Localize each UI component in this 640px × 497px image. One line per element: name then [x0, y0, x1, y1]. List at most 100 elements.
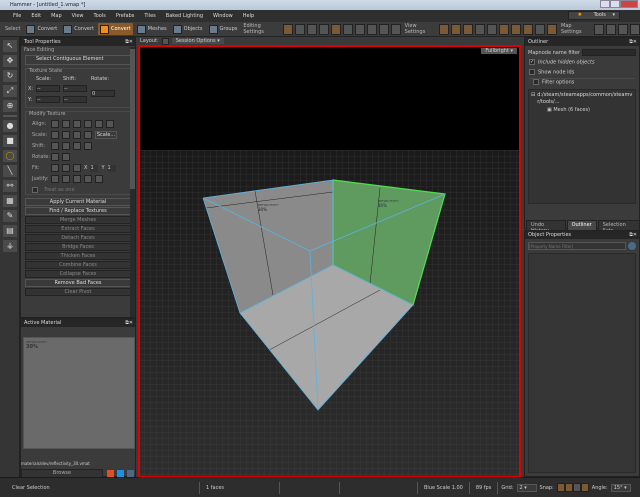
rotate-tool-icon[interactable]: ↻ [3, 70, 17, 82]
include-hidden-checkbox[interactable]: ✓ [529, 59, 535, 65]
shift-x-field[interactable]: -- [63, 85, 87, 92]
transform-icon[interactable] [342, 23, 353, 35]
grid-icon[interactable] [318, 23, 329, 35]
mode-vertex-button[interactable]: Convert [24, 23, 59, 35]
menu-prefabs[interactable]: Prefabs [111, 13, 140, 19]
snap-setting-icon[interactable] [282, 23, 293, 35]
close-icon[interactable]: ⧉✕ [125, 38, 133, 46]
maximize-button[interactable] [610, 0, 620, 8]
shift-up-icon[interactable] [73, 142, 81, 150]
minimize-button[interactable] [600, 0, 610, 8]
scale-v2-icon[interactable] [84, 131, 92, 139]
scale-x-field[interactable]: -- [36, 85, 60, 92]
menu-tiles[interactable]: Tiles [139, 13, 160, 19]
rotate-cw-icon[interactable] [62, 153, 70, 161]
settings-gear-icon[interactable] [628, 242, 636, 250]
scale-h2-icon[interactable] [62, 131, 70, 139]
view-cube-icon[interactable] [523, 23, 534, 35]
view-monitor-icon[interactable] [547, 23, 558, 35]
close-icon[interactable]: ⧉✕ [629, 231, 637, 239]
menu-window[interactable]: Window [208, 13, 238, 19]
controller-icon[interactable] [390, 23, 401, 35]
layout-icon[interactable] [161, 37, 169, 45]
shift-left-icon[interactable] [51, 142, 59, 150]
filter-options-checkbox[interactable] [533, 79, 539, 85]
treat-as-one-checkbox[interactable] [32, 187, 38, 193]
fit-icon[interactable] [51, 164, 59, 172]
paint-tool-icon[interactable]: ✎ [3, 210, 17, 222]
menu-baked-lighting[interactable]: Baked Lighting [161, 13, 208, 19]
tree-item-mesh[interactable]: ▣ Mesh (6 faces) [531, 107, 633, 113]
view-run-icon[interactable] [535, 23, 546, 35]
clear-pivot-button[interactable]: Clear Pivot [25, 288, 131, 296]
mode-groups-button[interactable]: Groups [207, 23, 240, 35]
menu-tools[interactable]: Tools [89, 13, 111, 19]
map-checker-icon[interactable] [618, 23, 629, 35]
snap-grid-icon[interactable] [556, 483, 565, 492]
scale-h-icon[interactable] [51, 131, 59, 139]
viewport-scene[interactable]: REFLECTIVITY 30% REFLECTIVITY 30% [140, 47, 519, 476]
collapse-faces-button[interactable]: Collapse Faces [25, 270, 131, 278]
scale-y-field[interactable]: -- [36, 96, 60, 103]
wings-tool-icon[interactable]: ⚶ [3, 240, 17, 252]
menu-edit[interactable]: Edit [26, 13, 46, 19]
3d-viewport[interactable]: REFLECTIVITY 30% REFLECTIVITY 30% Fullbr… [138, 45, 521, 478]
pivot-tool-icon[interactable]: ⊕ [3, 100, 17, 112]
align-grid-icon[interactable] [106, 120, 114, 128]
angle-dropdown[interactable]: 15° ▾ [610, 483, 631, 492]
view-tool-icon[interactable] [474, 23, 485, 35]
block-tool-icon[interactable]: ■ [3, 135, 17, 147]
grid-size-dropdown[interactable]: 2 ▾ [516, 483, 537, 492]
thicken-faces-button[interactable]: Thicken Faces [25, 252, 131, 260]
map-grid-icon[interactable] [606, 23, 617, 35]
mapnode-filter-input[interactable] [582, 49, 636, 56]
fit-h-icon[interactable] [62, 164, 70, 172]
tree-root[interactable]: ⊟ d:/steam/steamapps/common/steamvr/tools… [531, 92, 633, 106]
texture-tool-icon[interactable]: ▦ [3, 195, 17, 207]
move-tool-icon[interactable]: ✥ [3, 55, 17, 67]
close-icon[interactable]: ⧉✕ [125, 319, 133, 327]
map-layers-icon[interactable] [594, 23, 605, 35]
view-box-icon[interactable] [462, 23, 473, 35]
close-button[interactable] [620, 0, 638, 8]
align-world-icon[interactable] [51, 120, 59, 128]
menu-view[interactable]: View [67, 13, 89, 19]
knife-icon[interactable] [306, 23, 317, 35]
justify-bottom-icon[interactable] [84, 175, 92, 183]
remove-bad-faces-button[interactable]: Remove Bad Faces [25, 279, 131, 287]
scale-tool-icon[interactable]: ⤢ [3, 85, 17, 97]
mode-edge-button[interactable]: Convert [61, 23, 96, 35]
view-wire-icon[interactable] [510, 23, 521, 35]
justify-center-icon[interactable] [95, 175, 103, 183]
detach-faces-button[interactable]: Detach Faces [25, 234, 131, 242]
menu-file[interactable]: File [8, 13, 26, 19]
apply-material-icon[interactable] [107, 470, 114, 477]
pivot-icon[interactable] [294, 23, 305, 35]
pick-material-icon[interactable] [117, 470, 124, 477]
polygon-tool-icon[interactable]: ◯ [3, 150, 17, 162]
cube-setting-icon[interactable] [366, 23, 377, 35]
clear-selection-button[interactable]: Clear Selection [0, 481, 200, 494]
scrollbar-thumb[interactable] [130, 49, 135, 189]
fit-y-field[interactable]: 1 [107, 164, 116, 172]
menu-map[interactable]: Map [46, 13, 67, 19]
align-face-icon[interactable] [62, 120, 70, 128]
extract-faces-button[interactable]: Extract Faces [25, 225, 131, 233]
apply-material-button[interactable]: Apply Current Material [25, 198, 131, 206]
rotate-ccw-icon[interactable] [51, 153, 59, 161]
tools-dropdown[interactable]: ✹ Tools ▾ [567, 11, 620, 20]
clip-tool-icon[interactable]: ╲ [3, 165, 17, 177]
umbrella-icon[interactable] [378, 23, 389, 35]
bridge-faces-button[interactable]: Bridge Faces [25, 243, 131, 251]
shift-down-icon[interactable] [84, 142, 92, 150]
tile-tool-icon[interactable]: ▤ [3, 225, 17, 237]
align-v-icon[interactable] [95, 120, 103, 128]
mode-face-button[interactable]: Convert [98, 23, 133, 35]
selection-icon[interactable] [330, 23, 341, 35]
mode-meshes-button[interactable]: Meshes [135, 23, 169, 35]
view-sun-icon[interactable] [438, 23, 449, 35]
view-entities-icon[interactable] [450, 23, 461, 35]
session-options-dropdown[interactable]: Session Options ▾ [171, 38, 224, 44]
mode-objects-button[interactable]: Objects [171, 23, 205, 35]
render-mode-dropdown[interactable]: Fullbright ▾ [481, 48, 517, 54]
